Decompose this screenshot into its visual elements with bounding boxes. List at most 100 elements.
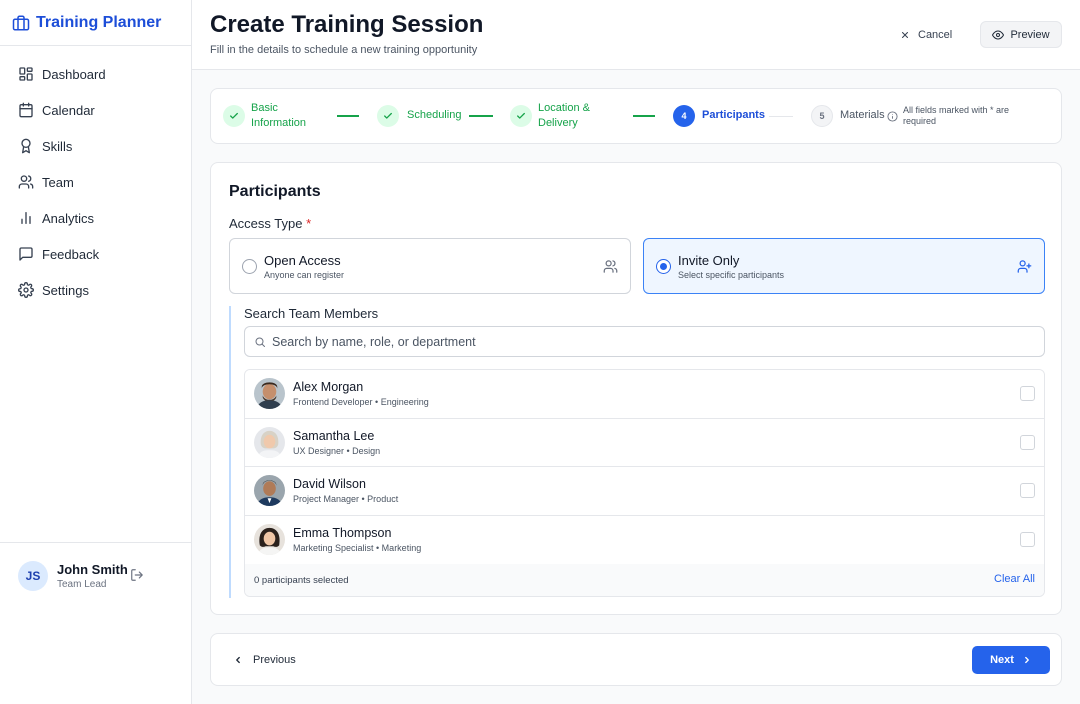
member-role: Frontend Developer • Engineering: [293, 397, 429, 407]
step-connector: [337, 115, 359, 117]
step-1-label[interactable]: Basic Information: [251, 101, 331, 131]
member-name: Emma Thompson: [293, 526, 392, 541]
step-1-indicator[interactable]: [223, 105, 245, 127]
search-icon: [254, 336, 266, 348]
step-2-indicator[interactable]: [377, 105, 399, 127]
user-role: Team Lead: [57, 578, 107, 590]
selected-count: 0 participants selected: [254, 575, 349, 586]
user-plus-icon: [1017, 259, 1032, 274]
avatar: [254, 426, 285, 458]
cancel-button[interactable]: Cancel: [900, 22, 952, 48]
step-3-indicator[interactable]: [510, 105, 532, 127]
step-4-indicator[interactable]: 4: [673, 105, 695, 127]
check-icon: [229, 111, 239, 121]
required-fields-note: All fields marked with * are required: [903, 105, 1010, 126]
option-title: Invite Only: [678, 253, 740, 268]
sidebar-item-skills[interactable]: Skills: [0, 128, 191, 164]
previous-label: Previous: [253, 654, 296, 666]
list-item[interactable]: David Wilson Project Manager • Product: [245, 467, 1044, 517]
sidebar-item-calendar[interactable]: Calendar: [0, 92, 191, 128]
list-item[interactable]: Emma Thompson Marketing Specialist • Mar…: [245, 516, 1044, 565]
member-list-footer: 0 participants selected Clear All: [245, 564, 1044, 596]
user-name: John Smith: [57, 561, 128, 577]
participants-card: Participants Access Type * Open Access A…: [210, 162, 1062, 615]
member-role: Project Manager • Product: [293, 494, 399, 505]
member-checkbox[interactable]: [1020, 434, 1035, 450]
sidebar-item-team[interactable]: Team: [0, 164, 191, 200]
invite-panel: Search Team Members Alex Morgan Frontend…: [229, 306, 1045, 598]
bar-chart-icon: [18, 210, 34, 226]
open-access-radio[interactable]: [242, 259, 257, 274]
invite-only-option[interactable]: Invite Only Select specific participants: [643, 238, 1045, 294]
invite-only-radio[interactable]: [656, 259, 671, 274]
sidebar-item-label: Analytics: [42, 210, 95, 226]
search-field[interactable]: [244, 326, 1045, 357]
sidebar-item-feedback[interactable]: Feedback: [0, 236, 191, 272]
brand[interactable]: Training Planner: [0, 0, 191, 46]
eye-icon: [992, 29, 1005, 41]
step-connector: [769, 116, 793, 117]
avatar: JS: [18, 560, 48, 591]
clear-all-button[interactable]: Clear All: [994, 573, 1035, 585]
step-2-label[interactable]: Scheduling: [407, 108, 461, 123]
member-checkbox[interactable]: [1020, 532, 1035, 548]
open-access-option[interactable]: Open Access Anyone can register: [229, 238, 631, 294]
sidebar-item-label: Team: [42, 174, 74, 190]
step-5-label[interactable]: Materials: [840, 108, 885, 123]
sidebar-item-label: Skills: [42, 138, 73, 154]
previous-button[interactable]: Previous: [233, 648, 296, 672]
page-header: Create Training Session Fill in the deta…: [192, 0, 1080, 70]
cancel-label: Cancel: [918, 29, 953, 41]
search-label: Search Team Members: [244, 306, 379, 321]
section-title: Participants: [229, 183, 321, 200]
member-role: UX Designer • Design: [293, 445, 381, 456]
avatar: [254, 378, 285, 409]
member-list: Alex Morgan Frontend Developer • Enginee…: [244, 369, 1045, 597]
page-subtitle: Fill in the details to schedule a new tr…: [210, 44, 478, 56]
member-role: Marketing Specialist • Marketing: [293, 543, 422, 554]
chevron-right-icon: [1022, 655, 1032, 665]
member-checkbox[interactable]: [1020, 483, 1035, 499]
preview-button[interactable]: Preview: [980, 21, 1062, 48]
list-item[interactable]: Samantha Lee UX Designer • Design: [245, 418, 1044, 468]
required-mark: *: [306, 216, 312, 231]
list-item[interactable]: Alex Morgan Frontend Developer • Enginee…: [245, 370, 1044, 419]
avatar: [254, 524, 285, 556]
check-icon: [516, 111, 526, 121]
sidebar-item-analytics[interactable]: Analytics: [0, 200, 191, 236]
member-name: Samantha Lee: [293, 428, 375, 443]
avatar: [254, 475, 285, 507]
logout-icon[interactable]: [130, 568, 144, 582]
step-5-indicator[interactable]: 5: [811, 105, 833, 127]
gear-icon: [18, 282, 34, 298]
step-4-label[interactable]: Participants: [702, 108, 765, 123]
next-button[interactable]: Next: [972, 646, 1050, 674]
member-name: Alex Morgan: [293, 380, 364, 394]
users-icon: [603, 259, 618, 274]
step-connector: [633, 115, 655, 117]
app-name: Training Planner: [36, 13, 162, 31]
briefcase-icon: [12, 14, 30, 32]
sidebar-item-label: Calendar: [42, 102, 95, 118]
progress-stepper: Basic Information Scheduling Location & …: [210, 88, 1062, 144]
access-type-label: Access Type *: [229, 216, 312, 231]
sidebar-item-settings[interactable]: Settings: [0, 272, 191, 308]
step-connector: [469, 115, 493, 117]
message-icon: [18, 246, 34, 262]
close-icon: [900, 30, 910, 40]
search-input[interactable]: [272, 327, 1032, 356]
page-title: Create Training Session: [210, 11, 484, 38]
sidebar: Training Planner Dashboard Calendar Skil…: [0, 0, 192, 704]
sidebar-nav: Dashboard Calendar Skills Team Analytics: [0, 46, 191, 308]
sidebar-item-dashboard[interactable]: Dashboard: [0, 56, 191, 92]
option-description: Select specific participants: [678, 270, 785, 280]
user-profile[interactable]: JS John Smith Team Lead: [0, 542, 191, 608]
award-icon: [18, 138, 34, 154]
step-3-label[interactable]: Location & Delivery: [538, 101, 618, 131]
member-checkbox[interactable]: [1020, 386, 1035, 401]
info-icon: [887, 111, 898, 122]
sidebar-item-label: Dashboard: [42, 66, 106, 82]
chevron-left-icon: [233, 655, 243, 665]
next-label: Next: [990, 654, 1014, 666]
sidebar-item-label: Settings: [42, 282, 89, 298]
